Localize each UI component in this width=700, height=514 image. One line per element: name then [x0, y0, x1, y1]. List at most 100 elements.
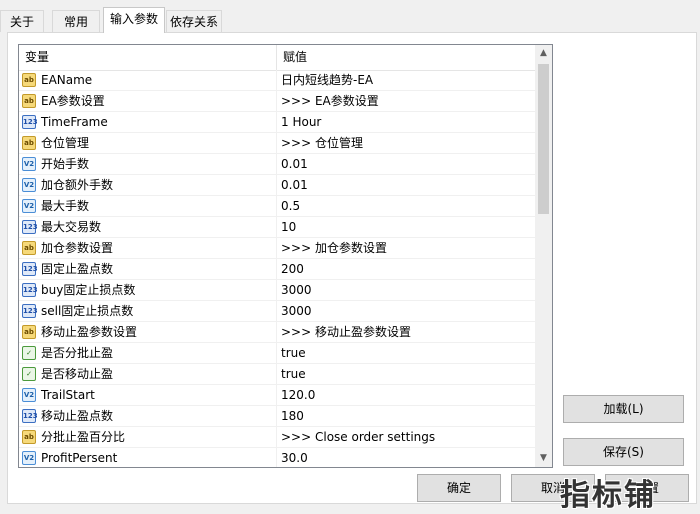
integer-type-icon: 123 — [22, 115, 38, 129]
tab-dependencies[interactable]: 依存关系 — [166, 10, 222, 32]
variable-name: 固定止盈点数 — [41, 262, 114, 276]
value-cell[interactable]: 200 — [281, 259, 304, 279]
cell-divider — [276, 91, 277, 111]
variable-name: EA参数设置 — [41, 94, 105, 108]
table-row[interactable]: 123 最大交易数 10 — [19, 217, 535, 238]
variable-name: ProfitPersent — [41, 451, 118, 465]
table-row[interactable]: ✓ 是否移动止盈 true — [19, 364, 535, 385]
cell-divider — [276, 133, 277, 153]
value-cell[interactable]: >>> Close order settings — [281, 427, 435, 447]
variable-name: 移动止盈参数设置 — [41, 325, 138, 339]
cell-divider — [276, 364, 277, 384]
boolean-type-icon: ✓ — [22, 346, 36, 360]
variable-name: 最大交易数 — [41, 220, 102, 234]
value-cell[interactable]: 3000 — [281, 301, 312, 321]
table-row[interactable]: V2 最大手数 0.5 — [19, 196, 535, 217]
variable-name: buy固定止损点数 — [41, 283, 136, 297]
integer-type-icon: 123 — [22, 220, 38, 234]
string-type-icon: ab — [22, 325, 36, 339]
cell-divider — [276, 217, 277, 237]
table-row[interactable]: ab 分批止盈百分比 >>> Close order settings — [19, 427, 535, 448]
value-cell[interactable]: true — [281, 343, 306, 363]
value-cell[interactable]: 30.0 — [281, 448, 308, 467]
value-cell[interactable]: 0.01 — [281, 175, 308, 195]
ok-button[interactable]: 确定 — [417, 474, 501, 502]
save-button[interactable]: 保存(S) — [563, 438, 684, 466]
table-row[interactable]: V2 ProfitPersent 30.0 — [19, 448, 535, 467]
boolean-type-icon: ✓ — [22, 367, 36, 381]
table-row[interactable]: V2 加仓额外手数 0.01 — [19, 175, 535, 196]
load-button[interactable]: 加载(L) — [563, 395, 684, 423]
string-type-icon: ab — [22, 73, 36, 87]
table-row[interactable]: 123 TimeFrame 1 Hour — [19, 112, 535, 133]
grid-header: 变量 赋值 — [19, 45, 535, 71]
variable-name: 加仓额外手数 — [41, 178, 114, 192]
table-row[interactable]: 123 buy固定止损点数 3000 — [19, 280, 535, 301]
value-cell[interactable]: >>> 加仓参数设置 — [281, 238, 387, 258]
table-row[interactable]: ab EA参数设置 >>> EA参数设置 — [19, 91, 535, 112]
string-type-icon: ab — [22, 94, 36, 108]
table-row[interactable]: ✓ 是否分批止盈 true — [19, 343, 535, 364]
integer-type-icon: 123 — [22, 304, 38, 318]
cell-divider — [276, 322, 277, 342]
cell-divider — [276, 427, 277, 447]
integer-type-icon: 123 — [22, 283, 38, 297]
cell-divider — [276, 154, 277, 174]
value-cell[interactable]: true — [281, 364, 306, 384]
table-row[interactable]: ab 仓位管理 >>> 仓位管理 — [19, 133, 535, 154]
value-cell[interactable]: 180 — [281, 406, 304, 426]
variable-name: 分批止盈百分比 — [41, 430, 126, 444]
watermark-logo: 指标铺 — [560, 478, 656, 513]
variable-name: 移动止盈点数 — [41, 409, 114, 423]
table-row[interactable]: 123 sell固定止损点数 3000 — [19, 301, 535, 322]
table-row[interactable]: ab 移动止盈参数设置 >>> 移动止盈参数设置 — [19, 322, 535, 343]
value-cell[interactable]: 0.01 — [281, 154, 308, 174]
scroll-thumb[interactable] — [538, 64, 549, 214]
integer-type-icon: 123 — [22, 409, 38, 423]
cell-divider — [276, 196, 277, 216]
string-type-icon: ab — [22, 430, 36, 444]
variable-name: 加仓参数设置 — [41, 241, 114, 255]
value-cell[interactable]: 日内短线趋势-EA — [281, 70, 373, 90]
table-row[interactable]: 123 固定止盈点数 200 — [19, 259, 535, 280]
scroll-down-icon[interactable]: ▼ — [535, 450, 552, 467]
variable-name: 是否移动止盈 — [41, 367, 114, 381]
table-row[interactable]: ab EAName 日内短线趋势-EA — [19, 70, 535, 91]
variable-name: 仓位管理 — [41, 136, 90, 150]
column-header-value[interactable]: 赋值 — [277, 45, 535, 70]
value-cell[interactable]: 3000 — [281, 280, 312, 300]
cell-divider — [276, 175, 277, 195]
cell-divider — [276, 385, 277, 405]
value-cell[interactable]: 120.0 — [281, 385, 315, 405]
tab-common[interactable]: 常用 — [52, 10, 100, 32]
scroll-up-icon[interactable]: ▲ — [535, 45, 552, 62]
parameters-grid: 变量 赋值 ab EAName 日内短线趋势-EA ab EA参数设置 >>> EA参数设… — [18, 44, 553, 468]
table-row[interactable]: 123 移动止盈点数 180 — [19, 406, 535, 427]
cell-divider — [276, 301, 277, 321]
tab-about[interactable]: 关于 — [0, 10, 44, 32]
cell-divider — [276, 112, 277, 132]
double-type-icon: V2 — [22, 178, 36, 192]
value-cell[interactable]: >>> 移动止盈参数设置 — [281, 322, 411, 342]
double-type-icon: V2 — [22, 199, 36, 213]
table-row[interactable]: V2 开始手数 0.01 — [19, 154, 535, 175]
variable-name: 开始手数 — [41, 157, 90, 171]
vertical-scrollbar[interactable]: ▲ ▼ — [535, 45, 552, 467]
value-cell[interactable]: 1 Hour — [281, 112, 321, 132]
grid-rows: ab EAName 日内短线趋势-EA ab EA参数设置 >>> EA参数设置 123 Ti… — [19, 70, 535, 467]
integer-type-icon: 123 — [22, 262, 38, 276]
variable-name: 最大手数 — [41, 199, 90, 213]
value-cell[interactable]: 10 — [281, 217, 296, 237]
variable-name: sell固定止损点数 — [41, 304, 134, 318]
variable-name: TimeFrame — [41, 115, 108, 129]
value-cell[interactable]: >>> EA参数设置 — [281, 91, 379, 111]
table-row[interactable]: V2 TrailStart 120.0 — [19, 385, 535, 406]
cell-divider — [276, 259, 277, 279]
value-cell[interactable]: 0.5 — [281, 196, 300, 216]
value-cell[interactable]: >>> 仓位管理 — [281, 133, 363, 153]
column-header-variable[interactable]: 变量 — [19, 45, 276, 70]
tab-bar: 关于 常用 输入参数 依存关系 — [0, 0, 700, 33]
cell-divider — [276, 448, 277, 467]
table-row[interactable]: ab 加仓参数设置 >>> 加仓参数设置 — [19, 238, 535, 259]
tab-inputs[interactable]: 输入参数 — [103, 7, 165, 33]
